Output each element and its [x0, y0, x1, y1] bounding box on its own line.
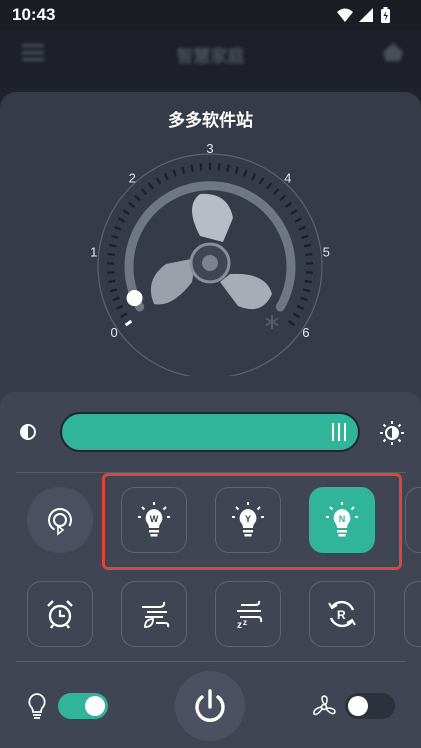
partial-button[interactable]	[405, 487, 421, 553]
brightness-icon	[380, 421, 404, 445]
dial-tick	[134, 194, 141, 202]
dial-tick	[251, 172, 257, 181]
dial-tick	[302, 288, 311, 293]
dial-tick	[243, 169, 248, 177]
signal-icon	[359, 8, 373, 22]
dial-tick	[234, 166, 239, 174]
dial-label: 5	[323, 244, 330, 259]
add-device-icon[interactable]	[380, 40, 406, 64]
dial-tick	[140, 188, 148, 196]
dial-label: 3	[206, 141, 213, 156]
dial-tick	[118, 217, 126, 223]
dial-tick	[181, 166, 186, 174]
dial-tick	[279, 194, 286, 202]
dial-tick	[112, 296, 120, 302]
leaf-wind-icon	[142, 601, 170, 628]
dial-tick	[128, 201, 135, 208]
status-icons	[337, 7, 390, 23]
power-icon	[195, 689, 225, 722]
dial-tick	[111, 234, 119, 239]
svg-text:z: z	[237, 620, 242, 631]
dial-label: 6	[302, 325, 309, 340]
dial-tick	[292, 312, 300, 319]
dial-tick	[266, 182, 273, 190]
fan-icon	[313, 695, 336, 716]
dial-tick	[155, 177, 162, 185]
dial-tick	[199, 163, 203, 171]
sleep-wind-button[interactable]: z z	[215, 581, 281, 647]
dial-tick	[296, 304, 305, 310]
timer-button[interactable]	[27, 581, 93, 647]
dial-tick	[258, 177, 265, 185]
dial-tick	[305, 252, 313, 256]
dial-label: 2	[129, 171, 136, 186]
dial-tick	[124, 319, 133, 327]
sheet-title: 多多软件站	[168, 111, 253, 130]
speed-handle[interactable]	[126, 290, 143, 307]
dial-tick	[294, 217, 302, 223]
dial-tick	[115, 304, 124, 310]
dial-tick	[108, 279, 116, 284]
svg-text:R: R	[337, 608, 346, 622]
dial-label: 4	[284, 171, 291, 186]
rotate-button[interactable]: R	[309, 581, 375, 647]
dial-tick	[272, 188, 280, 196]
dial-tick	[300, 296, 308, 302]
slider-grip[interactable]	[332, 423, 346, 441]
dial-tick	[190, 164, 194, 172]
dial-tick	[285, 201, 292, 208]
dial-tick	[163, 172, 169, 181]
svg-text:z: z	[243, 618, 247, 627]
snowflake-icon	[265, 315, 279, 329]
dial-label: 1	[90, 244, 97, 259]
dial-tick	[120, 312, 128, 319]
power-button[interactable]	[175, 671, 245, 741]
dial-tick	[147, 182, 154, 190]
light-toggle[interactable]	[58, 693, 108, 719]
dial-tick	[298, 225, 306, 231]
divider	[16, 661, 406, 662]
natural-wind-button[interactable]	[121, 581, 187, 647]
dial-tick	[301, 234, 309, 239]
dial-tick	[303, 243, 312, 248]
rotate-r-icon: R	[328, 600, 356, 628]
sleep-wind-icon: z z	[237, 600, 263, 631]
dial-tick	[109, 288, 118, 293]
dial-tick	[226, 164, 230, 172]
dial-tick	[290, 209, 298, 216]
battery-icon	[381, 7, 390, 23]
highlight-box	[102, 473, 402, 570]
dial-tick	[172, 169, 177, 177]
brightness-slider[interactable]	[60, 412, 360, 452]
wifi-icon	[337, 8, 353, 22]
bluetooth-signal-button[interactable]	[27, 487, 93, 553]
bulb-icon	[28, 693, 46, 719]
alarm-clock-icon	[47, 600, 73, 629]
speed-dial[interactable]: 0 1 2 3 4 5 6	[80, 136, 340, 376]
status-time: 10:43	[12, 5, 56, 24]
dial-tick	[122, 209, 130, 216]
dial-tick	[304, 279, 312, 284]
dial-tick	[217, 163, 221, 171]
app-title: 智慧家庭	[176, 47, 245, 66]
dial-tick	[114, 225, 122, 231]
dial-tick	[108, 243, 117, 248]
dial-label: 0	[111, 325, 118, 340]
fan-toggle[interactable]	[345, 693, 395, 719]
dial-tick	[288, 320, 296, 326]
contrast-icon	[20, 424, 36, 440]
partial-button[interactable]	[404, 581, 421, 647]
bluetooth-signal-icon	[48, 508, 72, 536]
dial-tick	[107, 252, 115, 256]
fan-blade-icon	[150, 193, 272, 310]
